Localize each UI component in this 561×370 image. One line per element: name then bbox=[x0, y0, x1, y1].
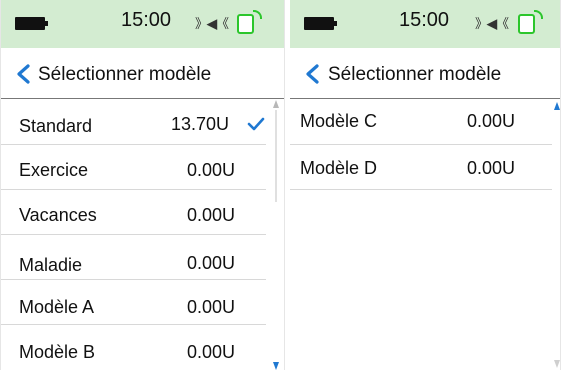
device-connected-icon bbox=[237, 10, 262, 34]
list-item-modele-a[interactable]: Modèle A 0.00U bbox=[1, 280, 266, 325]
row-value: 0.00U bbox=[467, 111, 516, 131]
check-icon bbox=[247, 117, 265, 131]
scroll-down-icon bbox=[554, 360, 560, 368]
status-time: 15:00 bbox=[121, 9, 172, 31]
scroll-down-icon bbox=[273, 362, 279, 370]
row-value: 0.00U bbox=[187, 205, 236, 225]
row-name: Modèle A bbox=[19, 297, 95, 317]
row-name: Vacances bbox=[19, 205, 97, 225]
page-title: Sélectionner modèle bbox=[38, 64, 212, 85]
battery-full-icon bbox=[15, 17, 48, 30]
list-item-vacances[interactable]: Vacances 0.00U bbox=[1, 190, 266, 235]
screen-left: 15:00 》◀《 Sélectionner modèle Standard 1… bbox=[0, 0, 285, 370]
screen-right: 15:00 》◀《 Sélectionner modèle Modèle C 0… bbox=[290, 0, 561, 370]
list-item-standard[interactable]: Standard 13.70U bbox=[1, 100, 266, 145]
scroll-thumb[interactable] bbox=[275, 110, 277, 202]
scroll-up-icon bbox=[273, 100, 279, 108]
status-bar: 15:00 》◀《 bbox=[290, 0, 560, 48]
row-value: 0.00U bbox=[467, 158, 516, 178]
sound-muted-icon: 》◀《 bbox=[195, 16, 229, 31]
row-value: 13.70U bbox=[171, 114, 230, 134]
screen-header: Sélectionner modèle bbox=[290, 48, 560, 99]
row-name: Modèle C bbox=[300, 111, 378, 131]
row-name: Maladie bbox=[19, 255, 83, 275]
screen-header: Sélectionner modèle bbox=[1, 48, 284, 99]
list-item-modele-d[interactable]: Modèle D 0.00U bbox=[290, 145, 552, 190]
row-value: 0.00U bbox=[187, 342, 236, 362]
battery-full-icon bbox=[304, 17, 337, 30]
row-name: Standard bbox=[19, 116, 93, 136]
row-name: Exercice bbox=[19, 160, 89, 180]
row-value: 0.00U bbox=[187, 253, 236, 273]
list-item-modele-c[interactable]: Modèle C 0.00U bbox=[290, 100, 552, 145]
device-connected-icon bbox=[518, 10, 543, 34]
chevron-left-icon[interactable] bbox=[304, 64, 322, 84]
sound-muted-icon: 》◀《 bbox=[475, 16, 509, 31]
row-value: 0.00U bbox=[187, 160, 236, 180]
scrollbar[interactable] bbox=[273, 100, 279, 370]
row-value: 0.00U bbox=[187, 297, 236, 317]
chevron-left-icon[interactable] bbox=[15, 64, 33, 84]
row-name: Modèle D bbox=[300, 158, 378, 178]
row-name: Modèle B bbox=[19, 342, 96, 362]
page-title: Sélectionner modèle bbox=[328, 64, 502, 85]
scrollbar[interactable] bbox=[554, 102, 560, 370]
status-bar: 15:00 》◀《 bbox=[1, 0, 284, 48]
list-item-modele-b[interactable]: Modèle B 0.00U bbox=[1, 325, 266, 370]
list-item-exercice[interactable]: Exercice 0.00U bbox=[1, 145, 266, 190]
status-time: 15:00 bbox=[399, 9, 450, 31]
scroll-up-icon bbox=[554, 102, 560, 110]
list-item-maladie[interactable]: Maladie 0.00U bbox=[1, 235, 266, 280]
